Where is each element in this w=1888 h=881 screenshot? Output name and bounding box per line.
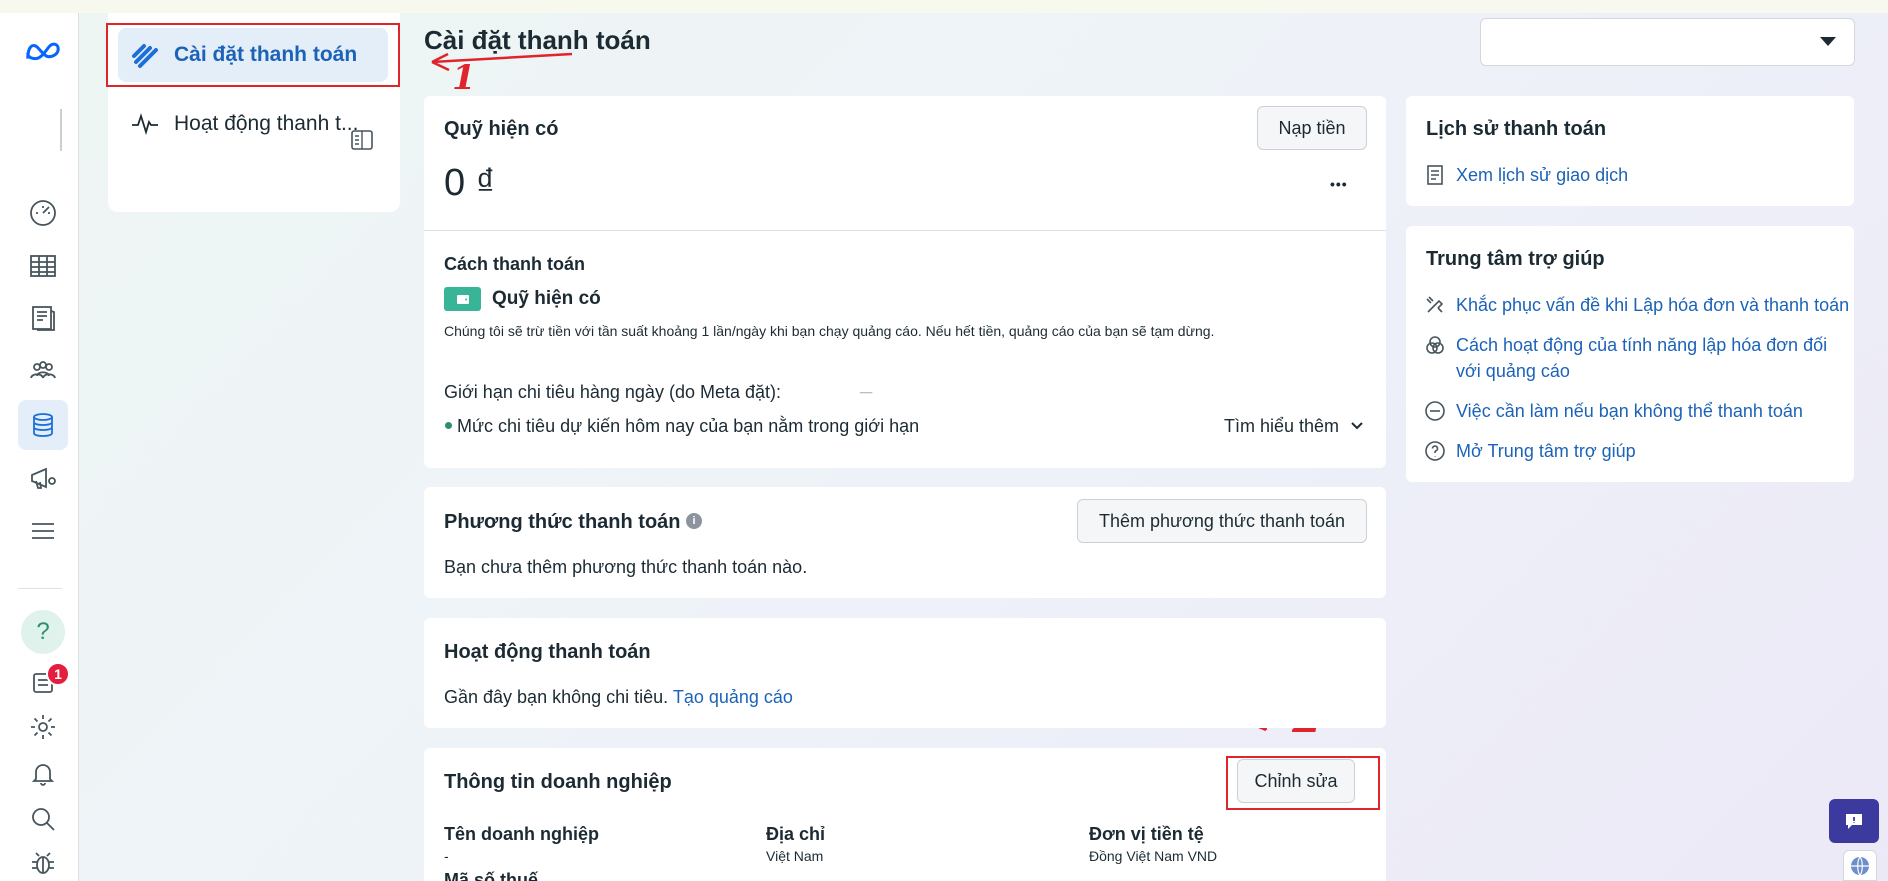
field-label-business-name: Tên doanh nghiệp — [444, 824, 599, 844]
help-link-how-billing-works[interactable]: Cách hoạt động của tính năng lập hóa đơn… — [1424, 332, 1844, 384]
more-options-icon[interactable]: ••• — [1330, 176, 1348, 192]
menu-item-label: Hoạt động thanh t... — [174, 112, 359, 135]
meta-logo-icon[interactable] — [22, 31, 64, 71]
no-payment-methods-text: Bạn chưa thêm phương thức thanh toán nào… — [444, 557, 808, 577]
help-link-label: Việc cần làm nếu bạn không thể thanh toá… — [1456, 401, 1803, 421]
help-link-label: Mở Trung tâm trợ giúp — [1456, 441, 1636, 461]
funds-divider — [424, 230, 1386, 231]
chevron-down-icon[interactable] — [1350, 420, 1364, 432]
all-tools-menu-icon[interactable] — [22, 511, 64, 551]
field-label-address: Địa chỉ — [766, 824, 826, 844]
status-dot — [445, 422, 452, 429]
learn-more-link[interactable]: Tìm hiểu thêm — [1224, 416, 1339, 437]
payment-methods-title: Phương thức thanh toán — [444, 511, 681, 533]
funds-description: Chúng tôi sẽ trừ tiền với tần suất khoản… — [444, 323, 1215, 339]
payment-activity-card: Hoạt động thanh toán Gần đây bạn không c… — [424, 618, 1386, 728]
view-transaction-history-link[interactable]: Xem lịch sử giao dịch — [1424, 162, 1628, 188]
help-question-icon[interactable]: ? — [21, 610, 65, 654]
payment-methods-card: Phương thức thanh toán i Thêm phương thứ… — [424, 487, 1386, 598]
available-funds-card: Quỹ hiện có Nạp tiền 0 ₫ ••• Cách thanh … — [424, 96, 1386, 468]
view-transaction-history-label: Xem lịch sử giao dịch — [1456, 165, 1629, 185]
collapse-panel-icon[interactable] — [350, 128, 374, 152]
feedback-chat-button[interactable] — [1829, 799, 1879, 843]
spend-status-text: Mức chi tiêu dự kiến hôm nay của bạn nằm… — [457, 416, 920, 436]
wallet-icon — [444, 287, 481, 311]
field-value-currency: Đồng Việt Nam VND — [1089, 848, 1218, 864]
field-label-tax-id: Mã số thuế — [444, 870, 539, 881]
notification-count-badge: 1 — [46, 662, 70, 686]
annotation-box-2 — [1226, 756, 1380, 810]
billing-database-icon[interactable] — [18, 400, 68, 450]
menu-item-payment-activity[interactable]: Hoạt động thanh t... — [118, 97, 388, 151]
field-label-currency: Đơn vị tiền tệ — [1089, 824, 1204, 844]
payment-activity-title: Hoạt động thanh toán — [444, 641, 651, 663]
business-info-title: Thông tin doanh nghiệp — [444, 771, 672, 793]
left-nav-rail: ? 1 — [0, 13, 79, 881]
payment-history-card: Lịch sử thanh toán Xem lịch sử giao dịch — [1406, 96, 1854, 206]
rail-divider — [18, 588, 62, 589]
chevron-down-icon — [1820, 37, 1836, 46]
language-globe-button[interactable] — [1843, 850, 1877, 881]
create-ad-link[interactable]: Tạo quảng cáo — [673, 687, 793, 707]
notifications-bell-icon[interactable] — [22, 753, 64, 793]
help-link-label: Cách hoạt động của tính năng lập hóa đơn… — [1456, 335, 1828, 381]
tools-wrench-icon — [1426, 296, 1444, 313]
settings-gear-icon[interactable] — [22, 707, 64, 747]
table-grid-icon[interactable] — [22, 246, 64, 286]
payment-method-heading: Cách thanh toán — [444, 254, 586, 274]
question-circle-icon — [1425, 441, 1445, 461]
account-selector[interactable] — [1480, 18, 1855, 66]
annotation-label-1: 1 — [452, 58, 476, 98]
help-link-billing-issues[interactable]: Khắc phục vấn đề khi Lập hóa đơn và than… — [1424, 292, 1849, 318]
daily-limit-value: __ — [860, 382, 873, 394]
field-value-business-name: - — [444, 848, 449, 864]
search-icon[interactable] — [22, 799, 64, 839]
globe-icon — [1851, 856, 1869, 875]
payment-method-name: Quỹ hiện có — [492, 288, 601, 309]
browser-top-strip — [0, 0, 1888, 13]
payment-activity-row: Gần đây bạn không chi tiêu. Tạo quảng cá… — [444, 687, 793, 708]
balance-amount: 0 ₫ — [444, 162, 496, 204]
report-bug-icon[interactable] — [22, 843, 64, 881]
chat-bubble-icon — [1846, 814, 1862, 829]
minus-circle-icon — [1425, 401, 1445, 421]
venn-circles-icon — [1426, 336, 1444, 354]
rail-separator — [60, 109, 62, 151]
info-icon[interactable]: i — [686, 513, 702, 529]
help-link-cannot-pay[interactable]: Việc cần làm nếu bạn không thể thanh toá… — [1424, 398, 1803, 424]
help-center-card: Trung tâm trợ giúp Khắc phục vấn đề khi … — [1406, 226, 1854, 482]
reports-pages-icon[interactable] — [22, 298, 64, 338]
dashboard-gauge-icon[interactable] — [22, 193, 64, 233]
audiences-people-icon[interactable] — [22, 351, 64, 391]
campaign-megaphone-icon[interactable] — [22, 458, 64, 498]
help-center-title: Trung tâm trợ giúp — [1426, 248, 1605, 270]
field-value-address: Việt Nam — [766, 848, 824, 864]
payment-history-title: Lịch sử thanh toán — [1426, 118, 1607, 140]
page-title: Cài đặt thanh toán — [424, 25, 651, 55]
help-link-label: Khắc phục vấn đề khi Lập hóa đơn và than… — [1456, 295, 1850, 315]
activity-pulse-icon — [132, 113, 158, 136]
receipt-icon — [1427, 165, 1443, 185]
add-payment-method-button[interactable]: Thêm phương thức thanh toán — [1077, 499, 1367, 543]
funds-title: Quỹ hiện có — [444, 118, 559, 140]
annotation-box-1 — [106, 23, 400, 87]
no-spend-text: Gần đây bạn không chi tiêu. — [444, 687, 669, 707]
daily-limit-label: Giới hạn chi tiêu hàng ngày (do Meta đặt… — [444, 382, 781, 402]
help-link-open-help-center[interactable]: Mở Trung tâm trợ giúp — [1424, 438, 1636, 464]
add-funds-button[interactable]: Nạp tiền — [1257, 106, 1367, 150]
